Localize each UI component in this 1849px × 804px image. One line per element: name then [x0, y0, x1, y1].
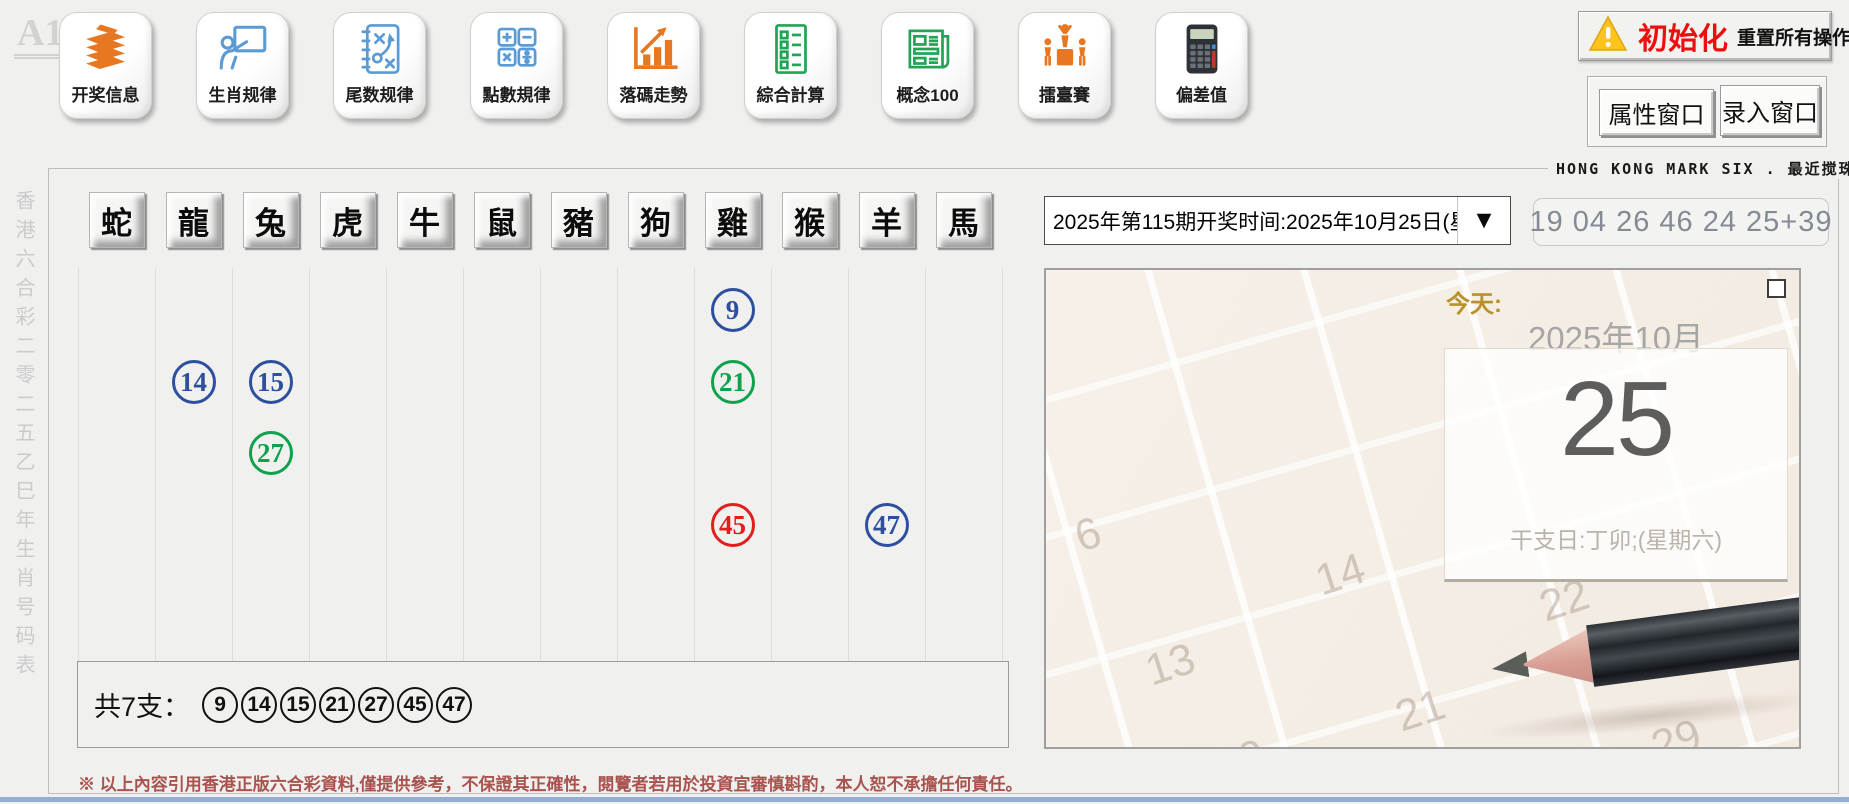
bar-chart-icon — [625, 20, 683, 78]
latest-numbers-display: 19 04 26 46 24 25+39 — [1533, 198, 1829, 246]
entry-window-button[interactable]: 录入窗口 — [1720, 85, 1820, 136]
summary-ball: 45 — [397, 687, 433, 723]
math-operations-icon — [488, 20, 546, 78]
toolbar-button-bar-chart[interactable]: 落碼走勢 — [607, 12, 700, 119]
init-button-sublabel: 重置所有操作 — [1737, 23, 1849, 50]
zodiac-number-chart: 9 14 15 21 27 45 47 — [78, 268, 1004, 661]
chart-ball: 15 — [249, 360, 293, 404]
summary-ball: 14 — [241, 687, 277, 723]
checklist-icon — [762, 20, 820, 78]
window-bottom-edge — [0, 797, 1849, 802]
books-icon — [77, 20, 135, 78]
toolbar-button-label: 點數規律 — [483, 81, 551, 106]
zodiac-button-8[interactable]: 狗 — [628, 192, 684, 248]
chart-ball: 21 — [711, 360, 755, 404]
summary-ball: 21 — [319, 687, 355, 723]
podium-icon — [1036, 20, 1094, 78]
summary-label: 共7支： — [94, 685, 190, 724]
zodiac-button-10[interactable]: 猴 — [782, 192, 838, 248]
calendar-day-card: 25 干支日:丁卯;(星期六) — [1444, 348, 1788, 582]
newspaper-icon — [899, 20, 957, 78]
chart-ball: 9 — [711, 288, 755, 332]
zodiac-button-12[interactable]: 馬 — [936, 192, 992, 248]
combobox-arrow-icon[interactable]: ▼ — [1457, 197, 1510, 244]
zodiac-button-1[interactable]: 蛇 — [89, 192, 145, 248]
pencil-tip — [1490, 651, 1529, 681]
toolbar-button-label: 开奖信息 — [72, 81, 140, 106]
toolbar-button-books[interactable]: 开奖信息 — [59, 12, 152, 119]
toolbar-button-label: 綜合計算 — [757, 81, 825, 106]
presenter-icon — [214, 20, 272, 78]
toolbar-button-podium[interactable]: 擂臺賽 — [1018, 12, 1111, 119]
toolbar-button-calculator[interactable]: 偏差值 — [1155, 12, 1248, 119]
calendar-ganzhi-label: 干支日:丁卯;(星期六) — [1445, 521, 1787, 555]
chart-ball: 14 — [172, 360, 216, 404]
zodiac-button-6[interactable]: 鼠 — [474, 192, 530, 248]
summary-ball: 47 — [436, 687, 472, 723]
calendar-checkbox[interactable] — [1767, 279, 1786, 298]
toolbar: 开奖信息 生肖规律 尾数规律 點數規律 落碼走勢 綜合計算 概念100 擂臺賽 偏差值 — [59, 12, 1248, 119]
toolbar-button-label: 擂臺賽 — [1039, 81, 1090, 106]
strategy-notebook-icon — [351, 20, 409, 78]
zodiac-button-9[interactable]: 雞 — [705, 192, 761, 248]
toolbar-button-presenter[interactable]: 生肖规律 — [196, 12, 289, 119]
toolbar-button-label: 生肖规律 — [209, 81, 277, 106]
toolbar-button-label: 偏差值 — [1176, 81, 1227, 106]
chart-ball: 45 — [711, 503, 755, 547]
summary-ball-list: 9141521274547 — [202, 687, 472, 723]
chart-ball: 27 — [249, 431, 293, 475]
zodiac-button-row: 蛇龍兔虎牛鼠豬狗雞猴羊馬 — [78, 192, 1004, 248]
warning-icon — [1587, 15, 1629, 58]
toolbar-button-newspaper[interactable]: 概念100 — [881, 12, 974, 119]
summary-ball: 9 — [202, 687, 238, 723]
toolbar-button-math-operations[interactable]: 點數規律 — [470, 12, 563, 119]
summary-ball: 27 — [358, 687, 394, 723]
draw-period-value: 2025年第115期开奖时间:2025年10月25日(星期六) — [1045, 197, 1457, 244]
property-window-button[interactable]: 属性窗口 — [1599, 89, 1714, 136]
zodiac-button-2[interactable]: 龍 — [166, 192, 222, 248]
zodiac-button-11[interactable]: 羊 — [859, 192, 915, 248]
zodiac-button-3[interactable]: 兔 — [243, 192, 299, 248]
group-box-legend: HONG KONG MARK SIX . 最近搅珠 — [1548, 158, 1849, 179]
summary-box: 共7支： 9141521274547 — [77, 661, 1009, 748]
toolbar-button-strategy-notebook[interactable]: 尾数规律 — [333, 12, 426, 119]
zodiac-button-4[interactable]: 虎 — [320, 192, 376, 248]
zodiac-button-7[interactable]: 豬 — [551, 192, 607, 248]
init-button-label: 初始化 — [1638, 14, 1728, 58]
sidebar-vertical-caption: 香港六合彩二零二五乙巳年生肖号码表 — [9, 190, 38, 683]
pencil-wood — [1520, 628, 1597, 693]
calculator-icon — [1173, 20, 1231, 78]
zodiac-button-5[interactable]: 牛 — [397, 192, 453, 248]
init-button[interactable]: 初始化 重置所有操作 — [1578, 11, 1832, 61]
calendar-day-number: 25 — [1445, 359, 1787, 509]
calendar-panel: 613142021222829 今天: 2025年10月 25 干支日:丁卯;(… — [1044, 268, 1801, 749]
toolbar-button-checklist[interactable]: 綜合計算 — [744, 12, 837, 119]
disclaimer-text: ※ 以上內容引用香港正版六合彩資料,僅提供參考，不保證其正確性，閱覽者若用於投資… — [78, 770, 1022, 795]
draw-period-combobox[interactable]: 2025年第115期开奖时间:2025年10月25日(星期六) ▼ — [1044, 196, 1511, 245]
chart-ball: 47 — [865, 503, 909, 547]
summary-ball: 15 — [280, 687, 316, 723]
window-buttons-panel: 属性窗口 录入窗口 — [1587, 76, 1827, 147]
toolbar-button-label: 落碼走勢 — [620, 81, 688, 106]
toolbar-button-label: 概念100 — [896, 81, 958, 106]
toolbar-button-label: 尾数规律 — [346, 81, 414, 106]
